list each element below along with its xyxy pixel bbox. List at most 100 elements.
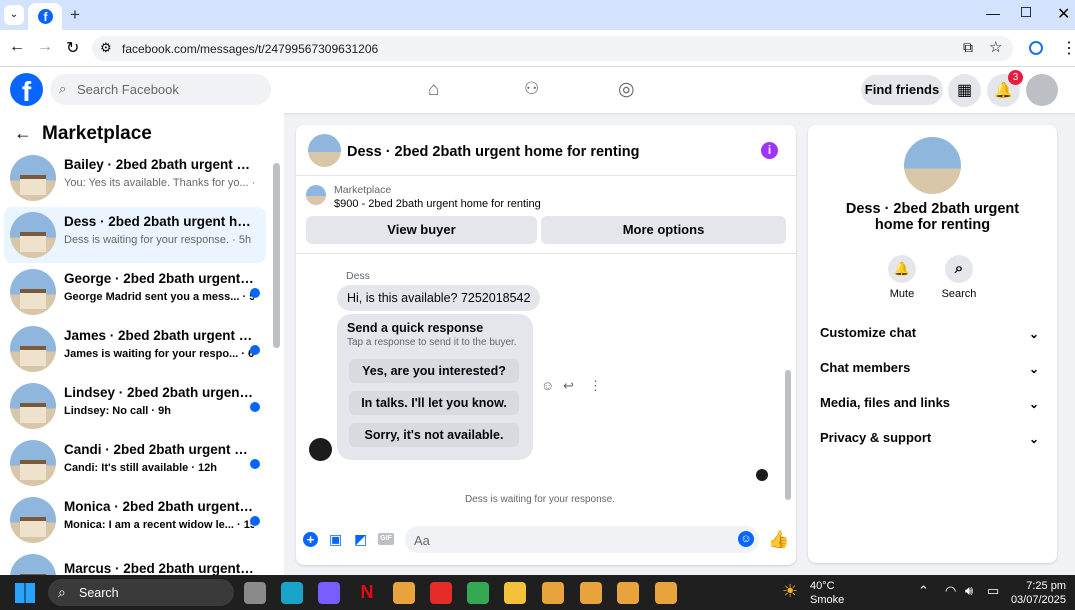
site-settings-icon[interactable]: ⚙ (100, 40, 112, 56)
quick-reply-not-available[interactable]: Sorry, it's not available. (349, 423, 519, 447)
back-arrow-icon[interactable]: ← (9, 38, 25, 56)
privacy-support-row[interactable]: Privacy & support ⌄ (820, 430, 1045, 454)
chat-panel: Dess · 2bed 2bath urgent home for rentin… (296, 125, 796, 565)
reply-icon[interactable]: ↩ (563, 378, 574, 394)
copilot-icon[interactable] (318, 582, 340, 604)
url-field[interactable]: ⚙ facebook.com/messages/t/24799567309631… (92, 36, 1013, 61)
file-explorer-icon[interactable] (504, 582, 526, 604)
find-friends-button[interactable]: Find friends (861, 75, 943, 105)
conversation-item-james[interactable]: James · 2bed 2bath urgent ho... James is… (4, 321, 266, 377)
listing-avatar-large[interactable] (904, 137, 961, 194)
sidebar-scrollbar[interactable] (273, 163, 280, 348)
chrome-profile-icon[interactable] (655, 582, 677, 604)
gif-icon[interactable]: GIF (378, 533, 394, 545)
task-view-icon[interactable] (244, 582, 266, 604)
chrome-profile-icon[interactable] (580, 582, 602, 604)
quick-response-card: Send a quick response Tap a response to … (337, 314, 533, 460)
new-tab-button[interactable]: + (70, 5, 80, 25)
youtube-icon[interactable] (430, 582, 452, 604)
chevron-up-icon[interactable]: ⌃ (918, 583, 929, 599)
quick-reply-in-talks[interactable]: In talks. I'll let you know. (349, 391, 519, 415)
sticker-icon[interactable]: ◩ (354, 531, 367, 548)
info-icon[interactable]: i (761, 142, 778, 159)
emoji-icon[interactable]: ☺ (738, 531, 754, 547)
bookmark-star-icon[interactable]: ☆ (989, 38, 1002, 56)
info-panel-title: Dess · 2bed 2bath urgent home for rentin… (845, 201, 1020, 233)
search-icon[interactable]: ⌕ (945, 255, 973, 283)
listing-thumbnail[interactable] (306, 185, 326, 205)
facebook-logo-icon[interactable]: f (10, 73, 43, 107)
media-files-links-row[interactable]: Media, files and links ⌄ (820, 395, 1045, 419)
conversation-item-bailey[interactable]: Bailey · 2bed 2bath urgent hom... You: Y… (4, 150, 266, 206)
mute-bell-icon[interactable]: 🔔 (888, 255, 916, 283)
profile-icon[interactable] (1029, 41, 1043, 55)
weather-temp[interactable]: 40°C (810, 580, 835, 592)
minimize-button[interactable]: — (986, 5, 1000, 21)
conversation-item-lindsey[interactable]: Lindsey · 2bed 2bath urgent h... Lindsey… (4, 378, 266, 434)
forward-arrow-icon[interactable]: → (37, 38, 53, 56)
reload-icon[interactable]: ↻ (66, 38, 79, 58)
chat-members-row[interactable]: Chat members ⌄ (820, 360, 1045, 384)
listing-avatar (10, 326, 56, 372)
incoming-message-bubble[interactable]: Hi, is this available? 7252018542 (337, 285, 541, 311)
wifi-icon[interactable]: ◠ (945, 583, 956, 599)
browser-tab-strip (0, 0, 1075, 30)
listing-description[interactable]: $900 - 2bed 2bath urgent home for rentin… (334, 198, 541, 210)
listing-avatar (10, 383, 56, 429)
weather-sun-icon[interactable]: ☀ (782, 581, 798, 602)
home-icon[interactable]: ⌂ (428, 79, 439, 101)
search-facebook-field[interactable]: ⌕ Search Facebook (50, 74, 271, 105)
conversation-item-dess[interactable]: Dess · 2bed 2bath urgent home ... Dess i… (4, 207, 266, 263)
more-actions-icon[interactable]: ⋮ (589, 378, 602, 394)
netflix-icon[interactable]: N (356, 582, 378, 604)
sender-avatar[interactable] (309, 438, 332, 461)
conversation-item-george[interactable]: George · 2bed 2bath urgent h... George M… (4, 264, 266, 320)
mute-label: Mute (889, 288, 915, 300)
windows-start-icon[interactable] (15, 583, 35, 603)
back-arrow-icon[interactable]: ← (14, 123, 32, 144)
chrome-profile-icon[interactable] (542, 582, 564, 604)
browser-tab-facebook[interactable]: f (28, 3, 62, 30)
react-emoji-icon[interactable]: ☺ (541, 378, 554, 393)
search-label: Search (941, 288, 977, 300)
edge-browser-icon[interactable] (281, 582, 303, 604)
conversation-item-candi[interactable]: Candi · 2bed 2bath urgent ho... Candi: I… (4, 435, 266, 491)
friends-icon[interactable]: ⚇ (524, 79, 539, 99)
menu-kebab-icon[interactable]: ⋮ (1061, 38, 1075, 58)
thumbs-up-icon[interactable]: 👍 (768, 530, 789, 550)
account-avatar[interactable] (1026, 74, 1058, 106)
tab-search-button[interactable]: ⌄ (4, 5, 24, 25)
conversation-preview: Monica: I am a recent widow le... · 15h (64, 519, 254, 531)
more-options-button[interactable]: More options (541, 216, 786, 244)
clock-time[interactable]: 7:25 pm (1012, 580, 1066, 592)
message-input[interactable]: Aa ☺ (405, 526, 759, 553)
chrome-profile-icon[interactable] (617, 582, 639, 604)
conversation-item-monica[interactable]: Monica · 2bed 2bath urgent h... Monica: … (4, 492, 266, 548)
conversation-name: George · 2bed 2bath urgent h... (64, 271, 254, 286)
quick-reply-yes[interactable]: Yes, are you interested? (349, 359, 519, 383)
chat-title[interactable]: Dess · 2bed 2bath urgent home for rentin… (347, 144, 639, 160)
chat-scrollbar[interactable] (785, 370, 791, 500)
play-store-icon[interactable] (467, 582, 489, 604)
chrome-icon[interactable] (393, 582, 415, 604)
add-plus-icon[interactable]: + (303, 532, 318, 547)
conversation-item-marcus[interactable]: Marcus · 2bed 2bath urgent ho... (4, 549, 266, 575)
close-window-button[interactable]: ✕ (1057, 4, 1070, 24)
maximize-button[interactable] (1021, 7, 1031, 17)
conversation-name: Marcus · 2bed 2bath urgent ho... (64, 561, 254, 575)
listing-avatar (10, 497, 56, 543)
attach-image-icon[interactable]: ▣ (329, 531, 342, 548)
search-icon: ⌕ (59, 81, 67, 96)
listing-divider (296, 253, 796, 254)
volume-icon[interactable]: 🔊︎ (965, 583, 973, 599)
weather-condition[interactable]: Smoke (810, 594, 844, 606)
battery-icon[interactable]: ▭ (987, 583, 999, 599)
customize-chat-row[interactable]: Customize chat ⌄ (820, 325, 1045, 349)
groups-icon[interactable]: ◎ (618, 78, 635, 101)
clock-date[interactable]: 03/07/2025 (1004, 594, 1066, 606)
taskbar-search-box[interactable]: ⌕ Search (48, 579, 234, 606)
menu-grid-icon[interactable]: ▦ (948, 74, 981, 107)
view-buyer-button[interactable]: View buyer (306, 216, 537, 244)
chat-listing-avatar[interactable] (308, 134, 341, 167)
install-app-icon[interactable]: ⧉ (963, 39, 973, 56)
